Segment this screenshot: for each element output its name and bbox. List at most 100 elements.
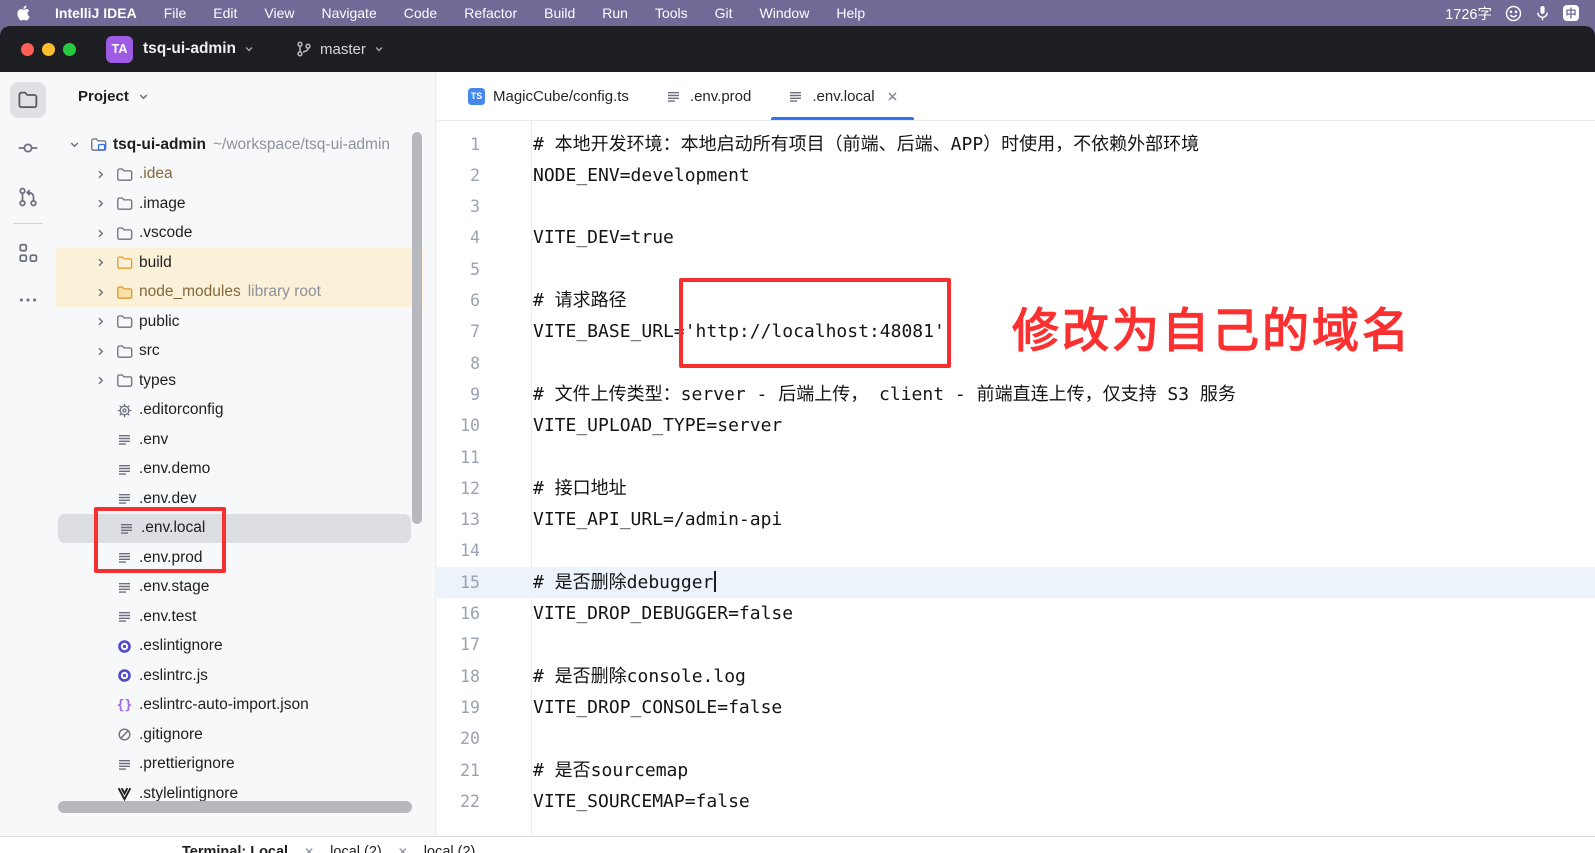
tree-item-label: .env.demo (139, 460, 210, 478)
project-name[interactable]: tsq-ui-admin (143, 40, 236, 58)
tree-item-.editorconfig[interactable]: .editorconfig (56, 396, 435, 426)
terminal-tab[interactable]: local (2) (330, 844, 382, 853)
editor-tab-.env.local[interactable]: .env.local (769, 72, 915, 120)
tree-item-.vscode[interactable]: .vscode (56, 219, 435, 249)
tree-item-.env.demo[interactable]: .env.demo (56, 455, 435, 485)
tool-structure-button[interactable] (10, 235, 46, 271)
tree-item-src[interactable]: src (56, 337, 435, 367)
close-tab-icon[interactable] (887, 91, 898, 102)
close-window-button[interactable] (21, 43, 34, 56)
tree-item-label: .idea (139, 165, 173, 183)
code-line-9[interactable]: 9# 文件上传类型：server - 后端上传， client - 前端直连上传… (437, 379, 1595, 410)
code-line-20[interactable]: 20 (437, 723, 1595, 754)
code-line-10[interactable]: 10VITE_UPLOAD_TYPE=server (437, 410, 1595, 441)
code-line-18[interactable]: 18# 是否删除console.log (437, 661, 1595, 692)
code-line-13[interactable]: 13VITE_API_URL=/admin-api (437, 504, 1595, 535)
tree-item-.idea[interactable]: .idea (56, 160, 435, 190)
tree-item-public[interactable]: public (56, 307, 435, 337)
tree-item-.eslintrc.js[interactable]: .eslintrc.js (56, 661, 435, 691)
editor-tab-.env.prod[interactable]: .env.prod (647, 72, 769, 120)
code-line-4[interactable]: 4VITE_DEV=true (437, 222, 1595, 253)
code-line-1[interactable]: 1# 本地开发环境：本地启动所有项目（前端、后端、APP）时使用，不依赖外部环境 (437, 129, 1595, 160)
code-line-12[interactable]: 12# 接口地址 (437, 473, 1595, 504)
code-area[interactable]: 1# 本地开发环境：本地启动所有项目（前端、后端、APP）时使用，不依赖外部环境… (437, 121, 1595, 836)
tree-horizontal-scrollbar[interactable] (58, 801, 412, 813)
code-line-19[interactable]: 19VITE_DROP_CONSOLE=false (437, 692, 1595, 723)
menu-item-tools[interactable]: Tools (655, 5, 688, 21)
microphone-icon[interactable] (1535, 5, 1550, 22)
stylelint-icon (116, 785, 133, 802)
chevron-down-icon[interactable] (243, 43, 255, 55)
tree-item-build[interactable]: build (56, 248, 423, 278)
menu-item-edit[interactable]: Edit (213, 5, 237, 21)
avatar[interactable]: TA (106, 36, 133, 63)
close-icon[interactable]: ✕ (398, 845, 408, 853)
code-line-14[interactable]: 14 (437, 535, 1595, 566)
code-line-15[interactable]: 15# 是否删除debugger (437, 567, 1595, 598)
zoom-window-button[interactable] (63, 43, 76, 56)
tool-pull-requests-button[interactable] (10, 179, 46, 215)
terminal-label[interactable]: Terminal: Local (182, 844, 288, 853)
tree-item-.env[interactable]: .env (56, 425, 435, 455)
menu-item-build[interactable]: Build (544, 5, 575, 21)
close-icon[interactable]: ✕ (304, 845, 314, 853)
minimize-window-button[interactable] (42, 43, 55, 56)
tree-item-.env.stage[interactable]: .env.stage (56, 573, 435, 603)
eslint-icon (116, 667, 133, 684)
code-line-2[interactable]: 2NODE_ENV=development (437, 160, 1595, 191)
menu-item-view[interactable]: View (264, 5, 294, 21)
code-line-16[interactable]: 16VITE_DROP_DEBUGGER=false (437, 598, 1595, 629)
chevron-right-icon[interactable] (92, 286, 108, 299)
line-number: 7 (437, 316, 480, 347)
code-line-11[interactable]: 11 (437, 442, 1595, 473)
git-branch-widget[interactable]: master (295, 40, 385, 58)
chevron-right-icon[interactable] (92, 197, 108, 210)
code-text: VITE_BASE_URL='http://localhost:48081' (533, 316, 945, 347)
code-line-21[interactable]: 21# 是否sourcemap (437, 755, 1595, 786)
tree-item-.eslintrc-auto-import.json[interactable]: {}.eslintrc-auto-import.json (56, 691, 435, 721)
tree-item-label: build (139, 254, 172, 272)
menu-item-refactor[interactable]: Refactor (464, 5, 517, 21)
tree-item-node_modules[interactable]: node_moduleslibrary root (56, 278, 423, 308)
menu-item-run[interactable]: Run (602, 5, 628, 21)
editor-tab-MagicCube/config.ts[interactable]: TSMagicCube/config.ts (450, 72, 647, 120)
menu-item-help[interactable]: Help (836, 5, 865, 21)
code-line-5[interactable]: 5 (437, 254, 1595, 285)
text-file-icon (116, 431, 133, 448)
chevron-right-icon[interactable] (92, 256, 108, 269)
project-panel-header[interactable]: Project (78, 88, 150, 105)
chevron-right-icon[interactable] (92, 374, 108, 387)
code-line-3[interactable]: 3 (437, 191, 1595, 222)
tree-item-tsq-ui-admin[interactable]: tsq-ui-admin~/workspace/tsq-ui-admin (56, 130, 435, 160)
terminal-bar-clipped[interactable]: Terminal: Local ✕ local (2) ✕ local (2) (0, 836, 1595, 853)
tree-item-.env.test[interactable]: .env.test (56, 602, 435, 632)
tree-item-.prettierignore[interactable]: .prettierignore (56, 750, 435, 780)
screen: IntelliJ IDEA File Edit View Navigate Code Ref… (0, 0, 1595, 853)
emoji-icon[interactable] (1505, 5, 1522, 22)
chevron-right-icon[interactable] (92, 315, 108, 328)
menu-item-git[interactable]: Git (715, 5, 733, 21)
menu-item-navigate[interactable]: Navigate (321, 5, 376, 21)
tree-vertical-scrollbar[interactable] (412, 132, 422, 524)
menu-item-file[interactable]: File (164, 5, 187, 21)
input-source-icon[interactable]: 中 (1563, 5, 1579, 21)
menu-item-window[interactable]: Window (760, 5, 810, 21)
code-line-17[interactable]: 17 (437, 629, 1595, 660)
chevron-right-icon[interactable] (92, 227, 108, 240)
code-line-22[interactable]: 22VITE_SOURCEMAP=false (437, 786, 1595, 817)
menu-item-intellij-idea[interactable]: IntelliJ IDEA (55, 5, 137, 21)
tree-item-.eslintignore[interactable]: .eslintignore (56, 632, 435, 662)
tree-item-types[interactable]: types (56, 366, 435, 396)
chevron-right-icon[interactable] (92, 168, 108, 181)
json-braces-icon: {} (116, 697, 133, 714)
apple-logo-icon[interactable] (16, 4, 31, 22)
tool-commit-button[interactable] (10, 130, 46, 166)
terminal-tab[interactable]: local (2) (424, 844, 476, 853)
tool-more-button[interactable] (10, 282, 46, 318)
chevron-down-icon[interactable] (66, 138, 82, 151)
tree-item-.gitignore[interactable]: .gitignore (56, 720, 435, 750)
menu-item-code[interactable]: Code (404, 5, 437, 21)
chevron-right-icon[interactable] (92, 345, 108, 358)
tree-item-.image[interactable]: .image (56, 189, 435, 219)
tool-project-button[interactable] (10, 82, 46, 118)
